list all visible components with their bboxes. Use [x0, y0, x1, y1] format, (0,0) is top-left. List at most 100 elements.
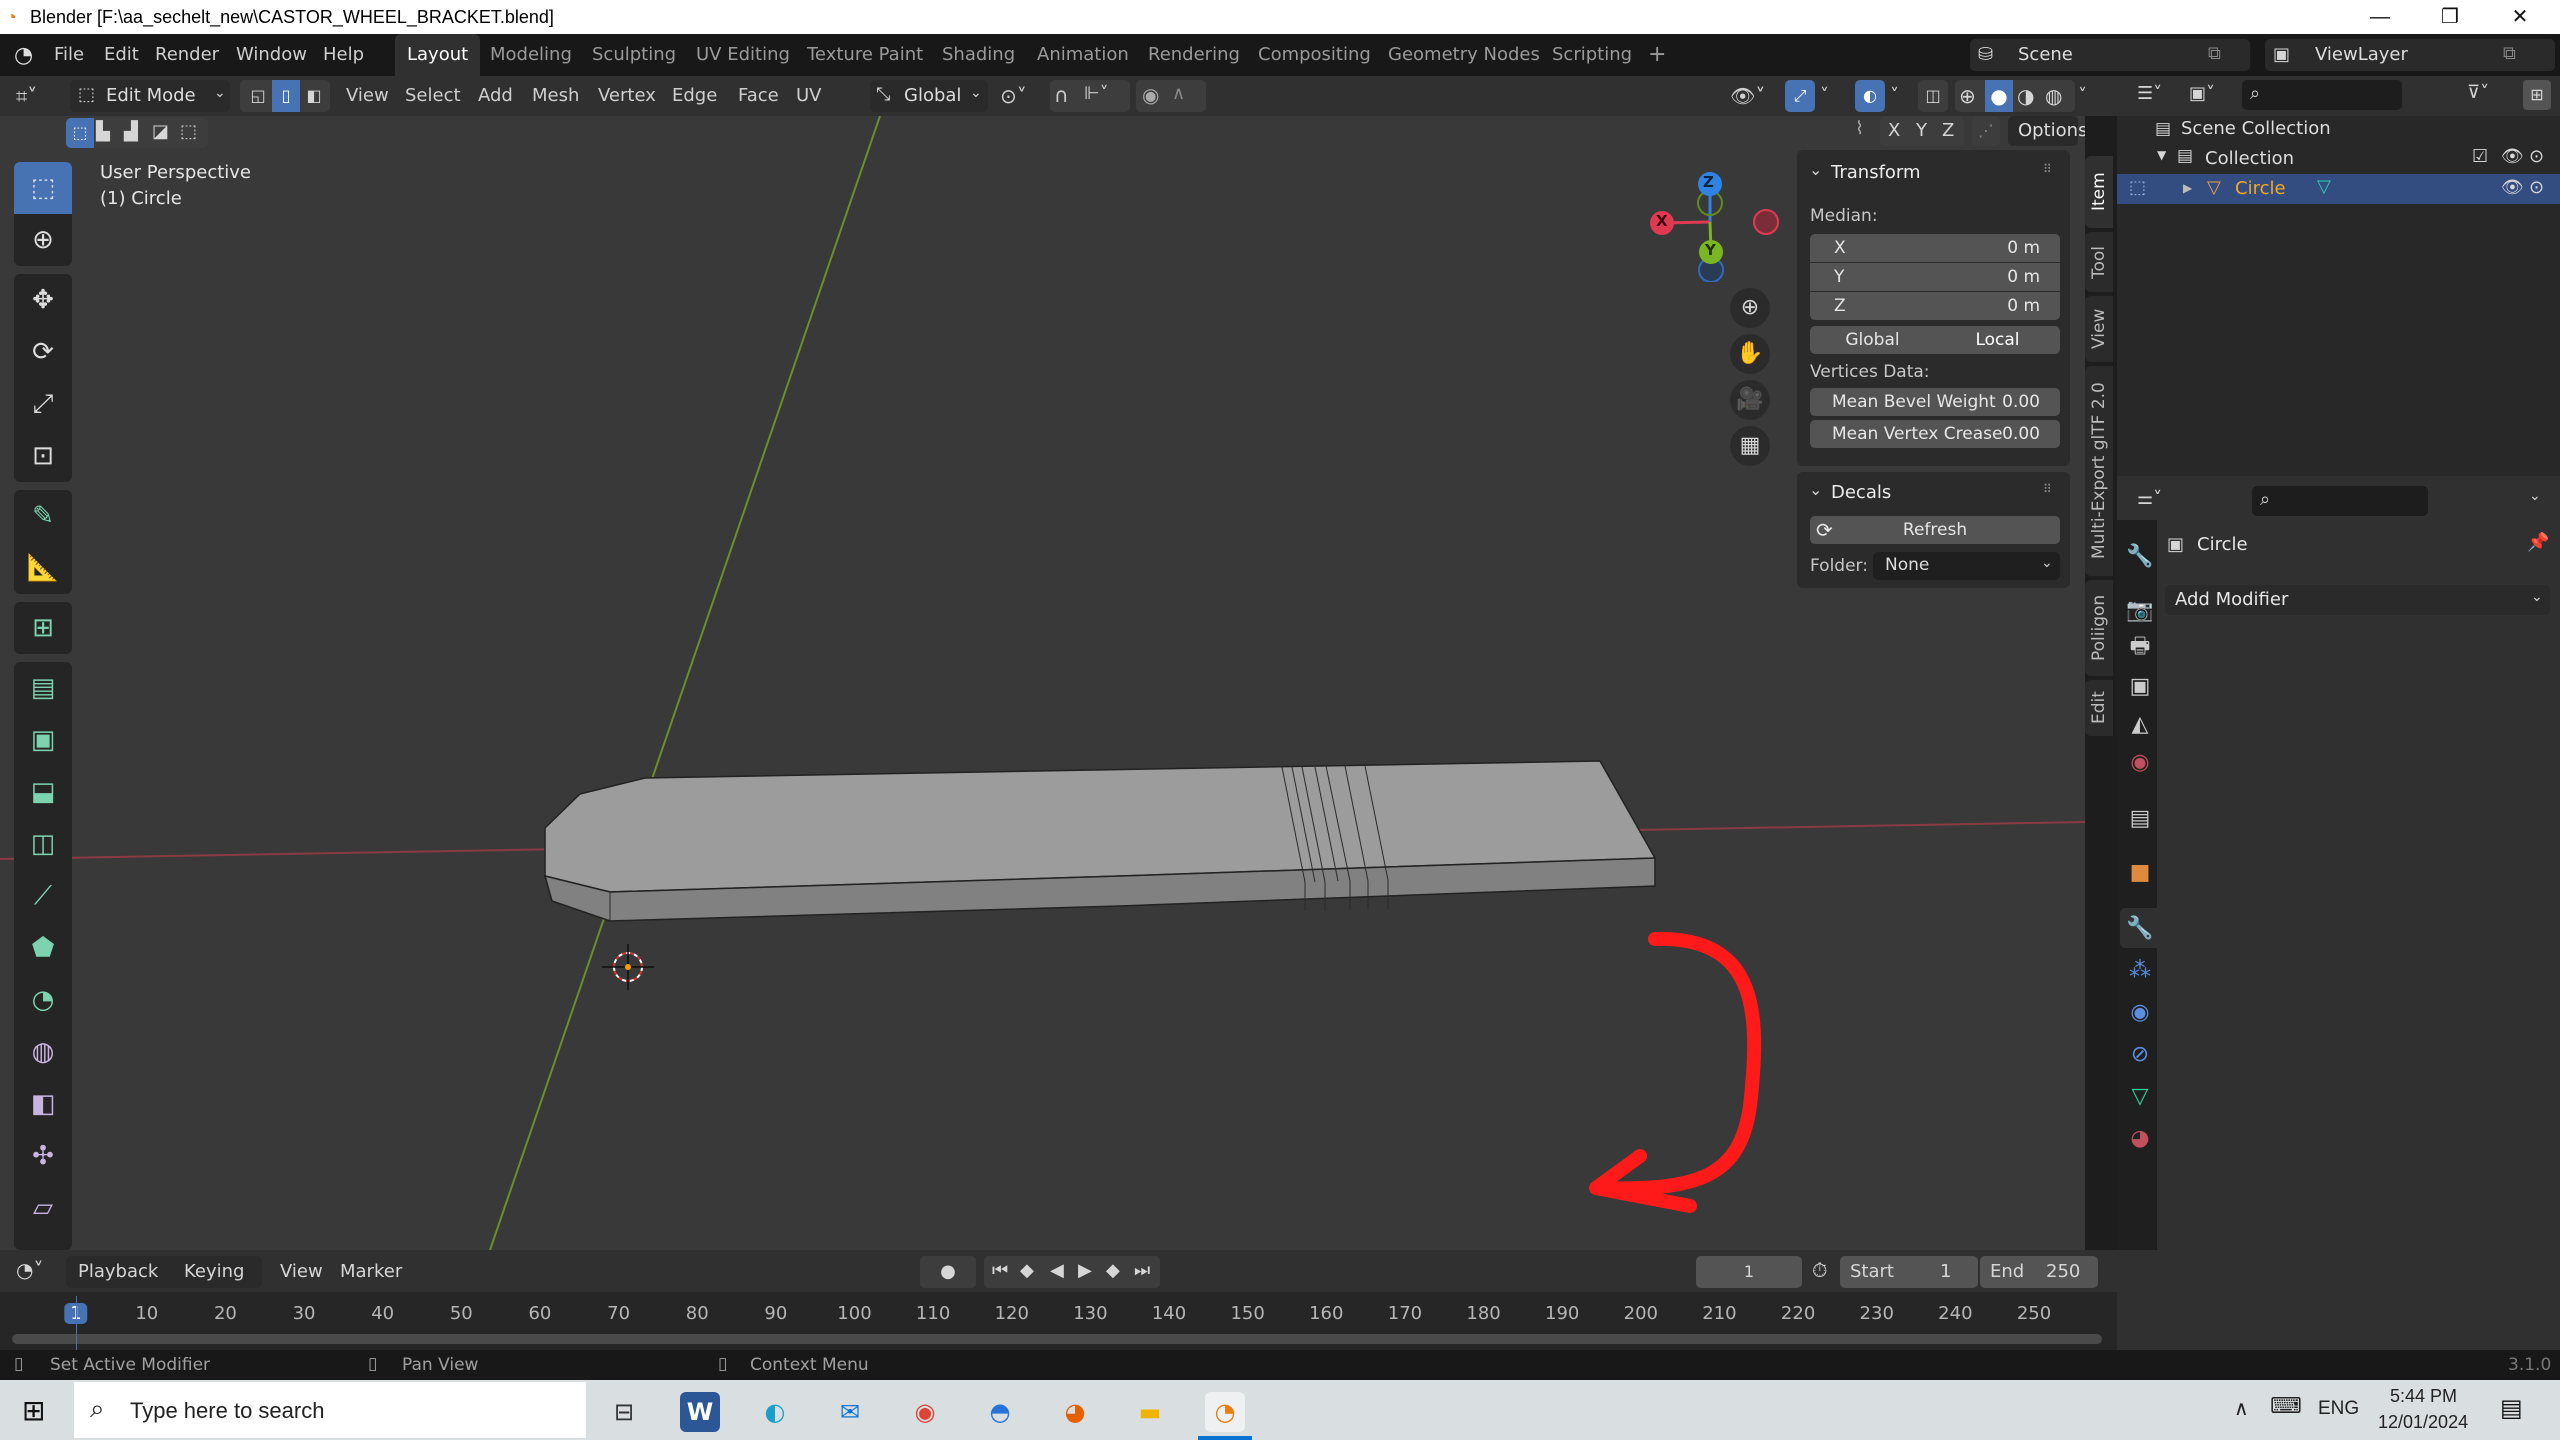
eye-icon[interactable]: 👁 [2501, 146, 2524, 167]
object-properties-icon[interactable]: ■ [2120, 852, 2160, 892]
display-mode-icon[interactable]: ☰˅ [2137, 83, 2162, 104]
add-workspace-button[interactable]: + [1636, 34, 1678, 76]
word-app-icon[interactable]: W [680, 1392, 720, 1432]
pan-view-hand-icon[interactable]: ✋ [1730, 334, 1770, 374]
filter-viewlayer-icon[interactable]: ▣˅ [2189, 83, 2215, 104]
topology-mirror-icon[interactable]: ⋰ [1972, 116, 2000, 146]
orientation-dropdown[interactable]: ⤡ Global ⌄ [870, 80, 988, 112]
tab-texture-paint[interactable]: Texture Paint [795, 34, 935, 76]
tool-properties-icon[interactable]: 🔧 [2120, 536, 2160, 576]
local-toggle[interactable]: Local [1935, 326, 2060, 354]
drag-handle-icon[interactable]: ⠿ [2043, 162, 2052, 176]
tab-modeling[interactable]: Modeling [478, 34, 584, 76]
outliner-row-circle[interactable]: ⬚ ▶ ▽ Circle ▽ 👁 ⊙ [2117, 174, 2560, 204]
material-properties-icon[interactable]: ◕ [2120, 1118, 2160, 1158]
drag-handle-icon[interactable]: ⠿ [2043, 482, 2052, 496]
bevel-tool-icon[interactable]: ⬓ [14, 766, 72, 818]
collapse-chevron-icon[interactable]: ⌄ [1809, 480, 1822, 499]
add-modifier-dropdown[interactable]: Add Modifier ⌄ [2165, 585, 2550, 615]
outliner-search-input[interactable]: ⌕ [2242, 80, 2402, 110]
xray-toggle-icon[interactable]: ◫ [1918, 80, 1948, 112]
scene-selector[interactable]: ⛁ Scene ⧉ [1970, 39, 2250, 71]
world-properties-icon[interactable]: ◉ [2120, 742, 2160, 782]
face-select-icon[interactable]: ◧ [300, 82, 328, 110]
menu-select[interactable]: Select [405, 80, 461, 112]
menu-view[interactable]: View [346, 80, 389, 112]
sidebar-tab-edit[interactable]: Edit [2085, 680, 2113, 736]
menu-edit[interactable]: Edit [104, 44, 139, 65]
firefox-app-icon[interactable]: ◕ [1055, 1392, 1095, 1432]
tab-layout[interactable]: Layout [395, 34, 481, 76]
rotate-tool-icon[interactable]: ⟳ [14, 326, 72, 378]
gizmo-toggle-icon[interactable]: ⤢ [1785, 80, 1815, 112]
sidebar-tab-poliigon[interactable]: Poliigon [2085, 580, 2113, 676]
visibility-selectability-icon[interactable]: 👁˅ [1730, 80, 1765, 112]
menu-add[interactable]: Add [478, 80, 513, 112]
chevron-down-icon[interactable]: ˅ [1890, 80, 1899, 112]
falloff-icon[interactable]: ∧ [1172, 83, 1185, 104]
show-hidden-icons[interactable]: ∧ [2234, 1396, 2249, 1420]
tab-uv-editing[interactable]: UV Editing [684, 34, 802, 76]
proportional-edit-icon[interactable]: ◉ [1142, 83, 1159, 107]
properties-search-input[interactable]: ⌕ [2252, 486, 2428, 516]
clock-date[interactable]: 12/01/2024 [2378, 1412, 2468, 1433]
tab-animation[interactable]: Animation [1025, 34, 1141, 76]
shrink-fatten-tool-icon[interactable]: ✣ [14, 1130, 72, 1182]
camera-view-icon[interactable]: 🎥 [1730, 380, 1770, 420]
tab-geometry-nodes[interactable]: Geometry Nodes [1376, 34, 1552, 76]
chrome-app-icon[interactable]: ◉ [905, 1392, 945, 1432]
decals-panel-title[interactable]: Decals [1831, 482, 1891, 503]
smooth-tool-icon[interactable]: ◍ [14, 1026, 72, 1078]
mail-app-icon[interactable]: ✉ [830, 1392, 870, 1432]
folder-dropdown[interactable]: None ⌄ [1873, 552, 2060, 580]
add-cube-tool-icon[interactable]: ⊞ [14, 602, 72, 654]
vertex-select-icon[interactable]: ◱ [244, 82, 272, 110]
modifier-properties-wrench-icon[interactable]: 🔧 [2120, 908, 2160, 948]
blender-menu-icon[interactable]: ◔ [14, 43, 33, 68]
global-toggle[interactable]: Global [1810, 326, 1935, 354]
scene-collection-label[interactable]: Scene Collection [2181, 118, 2331, 139]
filter-icon[interactable]: ⊽˅ [2467, 82, 2489, 103]
collapse-chevron-icon[interactable]: ⌄ [1809, 160, 1822, 179]
editor-type-icon[interactable]: ⚌˅ [2137, 488, 2162, 509]
navigation-gizmo[interactable]: Z X Y [1640, 172, 1780, 283]
rendered-shading-icon[interactable]: ◍ [2045, 84, 2062, 108]
zoom-view-icon[interactable]: ⊕ [1730, 288, 1770, 328]
mean-vertex-crease-field[interactable]: Mean Vertex Crease 0.00 [1810, 420, 2060, 448]
menu-mesh[interactable]: Mesh [532, 80, 579, 112]
move-tool-icon[interactable]: ✥ [14, 274, 72, 326]
scale-tool-icon[interactable]: ⤢ [14, 378, 72, 430]
menu-help[interactable]: Help [323, 44, 364, 65]
constraints-properties-icon[interactable]: ⊘ [2120, 1034, 2160, 1074]
select-box-tool-icon[interactable]: ⬚ [14, 162, 72, 214]
task-view-icon[interactable]: ⊟ [604, 1392, 644, 1432]
snap-increment-icon[interactable]: ⊩˅ [1084, 83, 1109, 104]
file-explorer-icon[interactable]: ▬ [1130, 1392, 1170, 1432]
edit-mode-indicator-icon[interactable]: ⬚ [2129, 177, 2146, 198]
menu-vertex[interactable]: Vertex [598, 80, 656, 112]
edge-select-icon[interactable]: ▯ [272, 80, 300, 112]
chevron-down-icon[interactable]: ˅ [2078, 80, 2087, 112]
tab-scripting[interactable]: Scripting [1540, 34, 1644, 76]
material-shading-icon[interactable]: ◑ [2017, 84, 2034, 108]
edge-app-icon[interactable]: ◐ [755, 1392, 795, 1432]
sidebar-tab-item[interactable]: Item [2085, 156, 2113, 228]
new-collection-icon[interactable]: ⊞ [2523, 80, 2551, 110]
minimize-button[interactable]: — [2350, 0, 2410, 34]
particles-properties-icon[interactable]: ⁂ [2120, 950, 2160, 990]
mesh-data-properties-icon[interactable]: ▽ [2120, 1076, 2160, 1116]
menu-file[interactable]: File [54, 44, 84, 65]
cursor-tool-icon[interactable]: ⊕ [14, 214, 72, 266]
keyboard-icon[interactable]: ⌨ [2270, 1394, 2302, 1419]
refresh-button[interactable]: ⟳ Refresh [1810, 516, 2060, 544]
menu-render[interactable]: Render [155, 44, 219, 65]
clock-time[interactable]: 5:44 PM [2390, 1386, 2457, 1407]
expand-arrow-icon[interactable]: ▼ [2157, 148, 2166, 162]
menu-uv[interactable]: UV [796, 80, 822, 112]
close-window-button[interactable]: ✕ [2490, 0, 2550, 34]
spin-tool-icon[interactable]: ◔ [14, 974, 72, 1026]
snap-magnet-icon[interactable]: ∩ [1054, 83, 1069, 107]
mode-dropdown[interactable]: ⬚ Edit Mode ⌄ [70, 80, 230, 112]
viewlayer-copy-icon[interactable]: ⧉ [2503, 43, 2516, 64]
options-chevron-icon[interactable]: ⌄ [2529, 488, 2541, 504]
